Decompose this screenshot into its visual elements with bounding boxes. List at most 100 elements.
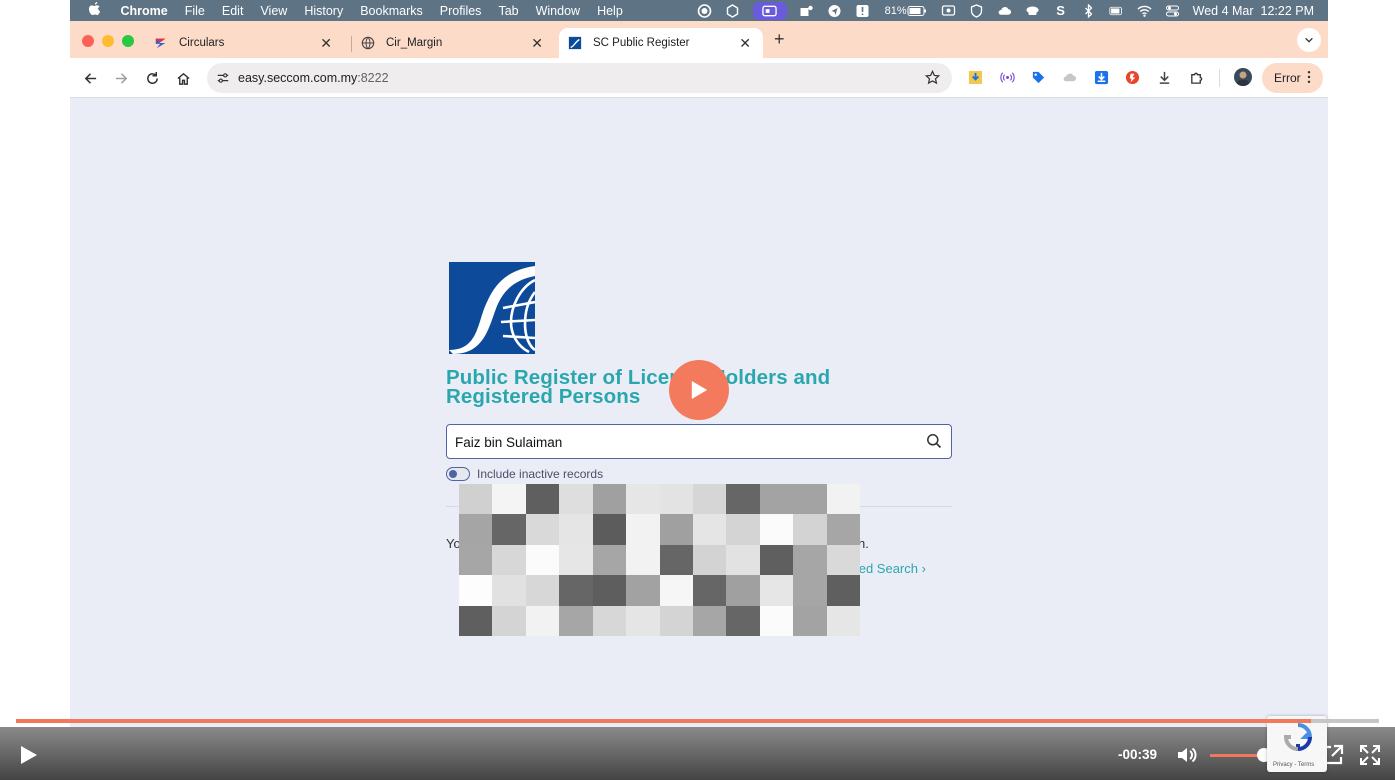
tag-icon[interactable] <box>1030 69 1046 85</box>
redaction-block <box>626 605 660 636</box>
menu-profiles[interactable]: Profiles <box>431 4 490 18</box>
reload-button[interactable] <box>140 66 164 90</box>
redaction-block <box>826 575 860 606</box>
home-icon <box>176 72 190 85</box>
circulars-favicon <box>153 35 169 51</box>
redaction-block <box>726 484 760 515</box>
new-tab-button[interactable]: + <box>774 29 785 50</box>
recaptcha-badge[interactable]: Privacy - Terms <box>1267 716 1327 772</box>
save-extension-icon[interactable] <box>1093 69 1109 85</box>
cloud-check-icon[interactable] <box>997 4 1013 18</box>
profile-error-button[interactable]: Error <box>1262 63 1323 93</box>
redaction-block <box>492 575 526 606</box>
inactive-records-toggle[interactable] <box>446 467 470 481</box>
bluetooth-icon[interactable] <box>1081 3 1097 18</box>
redaction-block <box>559 544 593 576</box>
alert-icon[interactable] <box>855 4 871 18</box>
battery-status[interactable]: 81% <box>883 4 929 18</box>
screen-recording-frame: Chrome File Edit View History Bookmarks … <box>70 0 1328 780</box>
chevron-down-icon <box>1305 37 1313 43</box>
back-button[interactable] <box>78 66 102 90</box>
close-window-button[interactable] <box>82 35 94 47</box>
apple-menu-icon[interactable] <box>70 1 112 20</box>
broadcast-icon[interactable] <box>999 69 1015 85</box>
zoom-window-button[interactable] <box>122 35 134 47</box>
video-play-overlay-button[interactable] <box>669 360 729 420</box>
redaction-block <box>525 484 560 515</box>
redaction-block <box>492 605 526 636</box>
redaction-block <box>726 575 760 606</box>
send-icon[interactable] <box>827 4 843 18</box>
menu-window[interactable]: Window <box>527 4 588 18</box>
close-tab-icon[interactable]: ✕ <box>531 35 543 52</box>
cup-icon[interactable] <box>1025 4 1041 18</box>
download-manager-icon[interactable] <box>967 69 983 85</box>
tab-label: Circulars <box>179 37 225 49</box>
redaction-block <box>726 605 760 636</box>
recaptcha-icon <box>1283 723 1313 752</box>
toggle-knob <box>449 469 457 478</box>
cloud-icon[interactable] <box>1061 69 1077 85</box>
redaction-block <box>726 544 760 576</box>
menu-edit[interactable]: Edit <box>213 4 252 18</box>
redaction-block <box>626 575 660 606</box>
video-controls-bar: -00:39 <box>0 727 1395 780</box>
search-box[interactable] <box>446 424 952 459</box>
page-title: Public Register of Licence Holders and R… <box>446 367 866 407</box>
redaction-block <box>826 484 860 515</box>
control-center-icon[interactable] <box>1165 4 1181 18</box>
bookmark-star-icon[interactable] <box>924 69 941 90</box>
menu-history[interactable]: History <box>296 4 352 18</box>
fullscreen-button[interactable] <box>1358 743 1382 767</box>
menu-app-name[interactable]: Chrome <box>112 4 176 18</box>
menu-bookmarks[interactable]: Bookmarks <box>352 4 432 18</box>
redaction-block <box>759 514 794 545</box>
shield-icon[interactable] <box>969 3 985 18</box>
menu-view[interactable]: View <box>252 4 296 18</box>
redaction-block <box>659 544 693 576</box>
menu-file[interactable]: File <box>176 4 213 18</box>
pixelated-redaction <box>459 484 860 636</box>
menu-help[interactable]: Help <box>589 4 632 18</box>
tab-search-button[interactable] <box>1297 28 1321 52</box>
minimize-window-button[interactable] <box>102 35 114 47</box>
address-bar[interactable]: easy.seccom.com.my:8222 <box>207 63 952 93</box>
display-icon[interactable] <box>941 4 957 18</box>
record-icon[interactable] <box>697 3 713 18</box>
search-input[interactable] <box>455 432 905 452</box>
tab-cir-margin[interactable]: Cir_Margin ✕ <box>352 28 555 58</box>
forward-button[interactable] <box>109 66 133 90</box>
menu-tab[interactable]: Tab <box>490 4 527 18</box>
redaction-block <box>525 544 560 576</box>
avatar[interactable] <box>1234 68 1252 86</box>
volume-button[interactable] <box>1175 743 1199 767</box>
error-label: Error <box>1274 71 1301 85</box>
redaction-block <box>492 544 526 576</box>
red-extension-icon[interactable] <box>1124 69 1140 85</box>
arrow-left-icon <box>84 72 96 84</box>
screen-share-icon[interactable] <box>752 1 787 20</box>
redaction-block <box>525 605 560 636</box>
battery-icon[interactable] <box>1109 4 1125 18</box>
play-button[interactable] <box>16 743 40 767</box>
redaction-block <box>692 575 727 606</box>
redaction-block <box>525 575 560 606</box>
box-icon[interactable] <box>725 3 741 18</box>
site-settings-icon[interactable] <box>216 71 230 90</box>
status-icons: 81% S Wed 4 Mar 12:22 PM <box>697 0 1314 21</box>
extensions-puzzle-icon[interactable] <box>1188 69 1204 85</box>
menu-clock[interactable]: Wed 4 Mar 12:22 PM <box>1193 4 1314 18</box>
downloads-icon[interactable] <box>1156 69 1172 85</box>
home-button[interactable] <box>171 66 195 90</box>
teams-icon[interactable] <box>799 4 815 18</box>
s-app-icon[interactable]: S <box>1053 3 1069 18</box>
search-icon[interactable] <box>926 433 942 449</box>
close-tab-icon[interactable]: ✕ <box>739 35 751 52</box>
close-tab-icon[interactable]: ✕ <box>320 35 332 52</box>
redaction-block <box>459 484 493 515</box>
redaction-block <box>592 605 627 636</box>
tab-sc-public-register[interactable]: SC Public Register ✕ <box>559 28 763 58</box>
wifi-icon[interactable] <box>1137 4 1153 18</box>
tab-circulars[interactable]: Circulars ✕ <box>144 28 344 58</box>
more-vert-icon <box>1307 70 1311 87</box>
